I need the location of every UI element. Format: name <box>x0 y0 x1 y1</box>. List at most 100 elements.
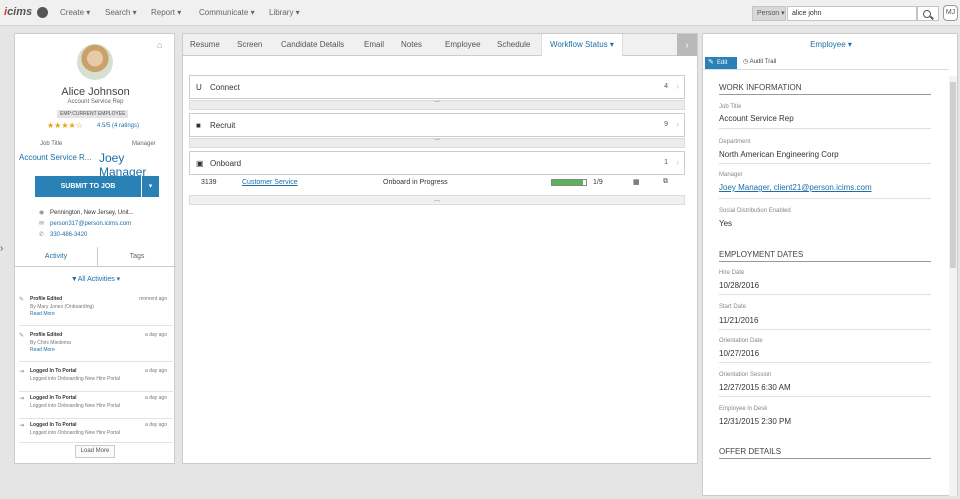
job-title-label: Job Title <box>719 104 742 110</box>
user-menu-avatar[interactable]: MJ <box>943 5 958 21</box>
nav-communicate[interactable]: Communicate ▾ <box>199 8 255 17</box>
job-title-label: Job Title <box>40 141 63 147</box>
social-value: Yes <box>719 219 733 228</box>
rating-link[interactable]: 4.5/5 (4 ratings) <box>97 123 139 129</box>
email-row[interactable]: ✉ person317@person.icims.com <box>39 220 131 227</box>
envelope-icon: ✉ <box>39 221 45 227</box>
tab-resume[interactable]: Resume <box>190 34 220 56</box>
settings-icon[interactable] <box>37 7 48 18</box>
department-label: Department <box>719 139 751 145</box>
tab-schedule[interactable]: Schedule <box>497 34 530 56</box>
divider <box>719 294 931 295</box>
chevron-right-icon: › <box>676 82 679 91</box>
activity-filter[interactable]: ▼All Activities ▾ <box>15 275 176 283</box>
nav-report[interactable]: Report ▾ <box>151 8 181 17</box>
manager-link[interactable]: Joey Manager, client21@person.icims.com <box>719 183 872 192</box>
employee-dropdown[interactable]: Employee ▾ <box>703 40 959 49</box>
tab-candidate-details[interactable]: Candidate Details <box>281 34 344 56</box>
read-more-link[interactable]: Read More <box>30 311 55 317</box>
expand-chevron-icon[interactable]: › <box>0 243 8 259</box>
expand-connect-chevron-icon[interactable]: ︶ <box>189 100 685 110</box>
status-badge: EMP:CURRENT EMPLOYEE <box>57 110 129 118</box>
phone-icon: ✆ <box>39 232 45 238</box>
job-title-link[interactable]: Account Service R... <box>19 153 91 162</box>
manager-link[interactable]: Joey Manager <box>99 151 174 179</box>
workflow-panel: Resume Screen Candidate Details Email No… <box>182 33 698 464</box>
nav-library[interactable]: Library ▾ <box>269 8 300 17</box>
activity-item: ⇥ Logged In To Portal a day ago Logged into… <box>19 365 173 392</box>
onboard-progress-text: 1/9 <box>593 179 603 186</box>
scrollbar-thumb[interactable] <box>950 82 956 268</box>
onboard-icon: ▣ <box>196 159 204 168</box>
calendar-icon[interactable]: ▦ <box>633 178 640 186</box>
employee-panel: Employee ▾ Edit ◷ Audit Trail WORK INFOR… <box>702 33 958 496</box>
social-label: Social Distribution Enabled <box>719 208 791 214</box>
orientation-date-value: 10/27/2016 <box>719 349 760 358</box>
tab-employee[interactable]: Employee <box>445 34 481 56</box>
briefcase-icon: ■ <box>196 121 201 130</box>
section-onboard[interactable]: ▣ Onboard 1 › <box>189 151 685 175</box>
hire-date-value: 10/28/2016 <box>719 281 760 290</box>
section-recruit[interactable]: ■ Recruit 9 › <box>189 113 685 137</box>
manager-label: Manager <box>132 141 156 147</box>
submit-dropdown-caret[interactable]: ▾ <box>142 176 159 197</box>
divider <box>719 329 931 330</box>
orientation-date-label: Orientation Date <box>719 338 763 344</box>
tab-tags[interactable]: Tags <box>98 247 176 267</box>
nav-search[interactable]: Search ▾ <box>105 8 137 17</box>
collapse-onboard-chevron-icon[interactable]: ︵ <box>189 195 685 205</box>
location-row: ◉ Pennington, New Jersey, Unit... <box>39 210 134 216</box>
scrollbar[interactable] <box>949 76 957 496</box>
divider <box>719 128 931 129</box>
offer-details-header: OFFER DETAILS <box>719 447 931 459</box>
employee-in-desk-label: Employee in Desk <box>719 406 768 412</box>
activity-item: ✎ Profile Edited moment ago By Mary Jones (… <box>19 293 173 326</box>
job-title-value: Account Service Rep <box>719 114 794 123</box>
employment-dates-header: EMPLOYMENT DATES <box>719 250 931 262</box>
onboard-job-link[interactable]: Customer Service <box>242 179 298 186</box>
login-icon: ⇥ <box>19 369 25 375</box>
work-info-header: WORK INFORMATION <box>719 83 931 95</box>
lock-icon[interactable]: ⌂ <box>157 40 167 50</box>
tab-email[interactable]: Email <box>364 34 384 56</box>
onboard-progress-bar <box>551 179 587 186</box>
start-date-label: Start Date <box>719 304 747 310</box>
department-value: North American Engineering Corp <box>719 150 839 159</box>
rating-stars[interactable]: ★★★★☆ <box>47 121 83 130</box>
start-date-value: 11/21/2016 <box>719 316 759 325</box>
section-connect[interactable]: U Connect 4 › <box>189 75 685 99</box>
tabs-next-arrow-icon[interactable]: › <box>677 34 697 56</box>
tab-notes[interactable]: Notes <box>401 34 422 56</box>
profile-panel: ⌂ Alice Johnson Account Service Rep EMP:… <box>14 33 176 464</box>
activity-item: ⇥ Logged In To Portal a day ago Logged into… <box>19 419 173 443</box>
submit-to-job-button[interactable]: SUBMIT TO JOB <box>35 176 141 197</box>
edit-icon: ✎ <box>19 333 25 339</box>
search-icon[interactable] <box>917 6 939 21</box>
top-nav-bar: icims Create ▾ Search ▾ Report ▾ Communi… <box>0 0 960 26</box>
tab-workflow-status[interactable]: Workflow Status ▾ <box>541 34 623 56</box>
audit-trail-button[interactable]: ◷ Audit Trail <box>743 58 776 65</box>
app-logo[interactable]: icims <box>4 6 32 18</box>
divider <box>719 362 931 363</box>
edit-button[interactable]: Edit <box>705 57 737 69</box>
read-more-link[interactable]: Read More <box>30 347 55 353</box>
onboard-id: 3139 <box>201 179 217 186</box>
message-icon[interactable]: ⧉ <box>663 178 668 186</box>
employee-in-desk-value: 12/31/2015 2:30 PM <box>719 417 792 426</box>
divider <box>719 396 931 397</box>
divider <box>719 198 931 199</box>
magnet-icon: U <box>196 83 202 92</box>
manager-label: Manager <box>719 172 743 178</box>
phone-row[interactable]: ✆ 330-486-3420 <box>39 231 87 238</box>
activity-item: ✎ Profile Edited a day ago By Chris Miedema… <box>19 329 173 362</box>
tab-activity[interactable]: Activity <box>15 247 97 267</box>
tab-screen[interactable]: Screen <box>237 34 262 56</box>
search-type-dropdown[interactable]: Person ▾ <box>752 6 786 21</box>
load-more-button[interactable]: Load More <box>75 445 115 458</box>
hire-date-label: Hire Date <box>719 270 745 276</box>
nav-create[interactable]: Create ▾ <box>60 8 90 17</box>
expand-recruit-chevron-icon[interactable]: ︶ <box>189 138 685 148</box>
profile-title: Account Service Rep <box>67 99 124 105</box>
search-input[interactable]: alice john <box>787 6 917 21</box>
progress-fill <box>552 180 583 185</box>
